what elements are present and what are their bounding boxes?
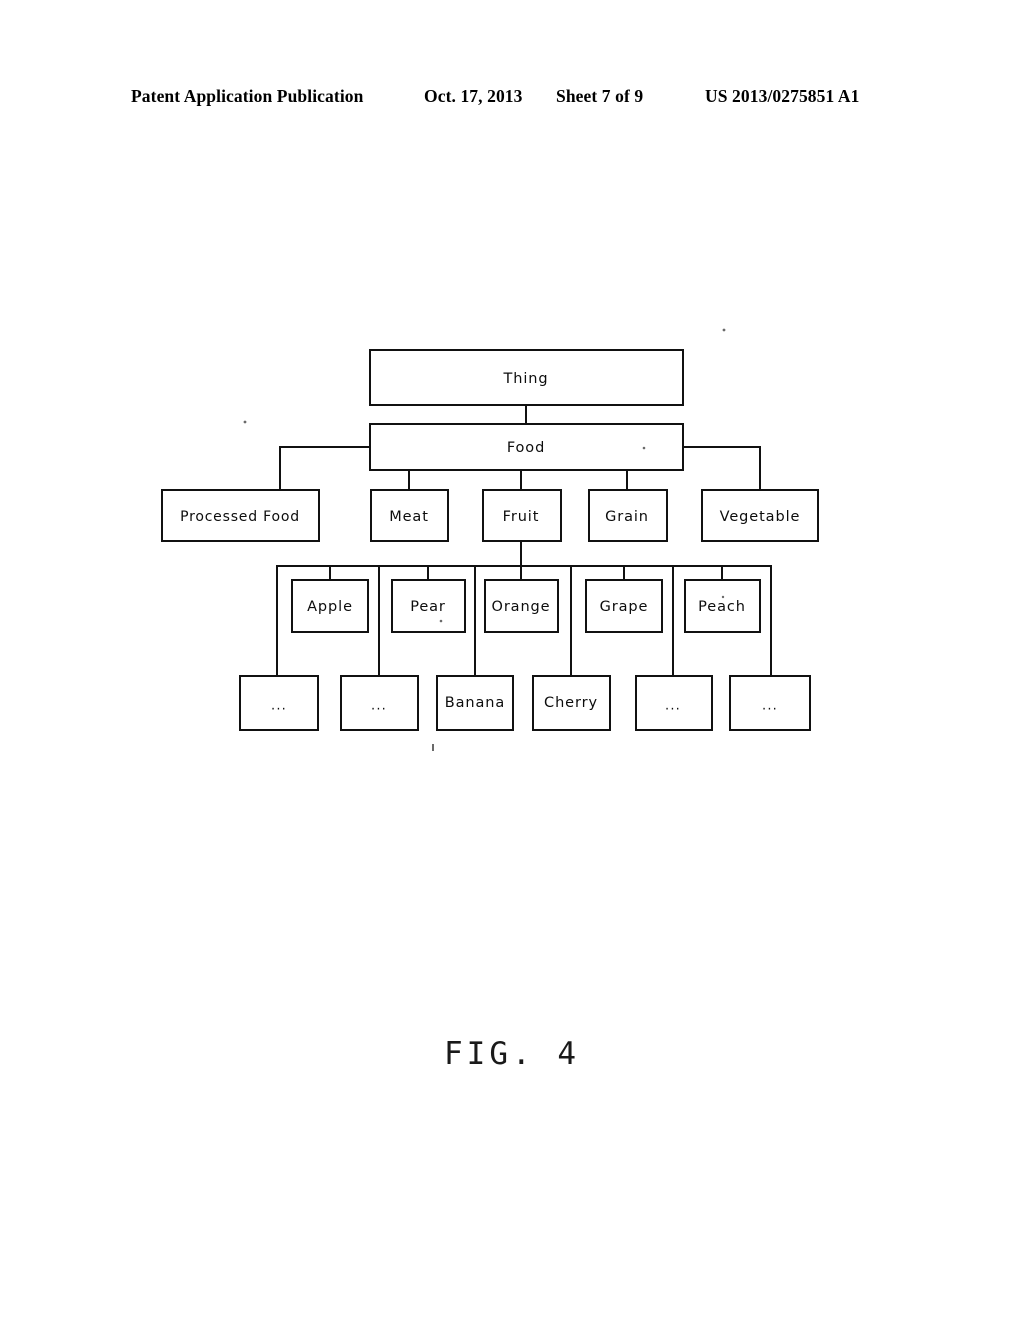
node-leaf-1[interactable]: ... [239,675,319,731]
node-grain-label: Grain [605,509,649,525]
node-leaf-2[interactable]: ... [340,675,419,731]
node-orange-label: Orange [492,599,551,615]
scan-speck [721,595,725,599]
taxonomy-tree-svg: Thing Food Processed Food Meat Fruit Gra… [161,328,819,751]
figure-4-diagram: Thing Food Processed Food Meat Fruit Gra… [0,0,1024,1320]
node-vegetable-label: Vegetable [720,509,801,525]
node-pear[interactable]: Pear [391,579,466,633]
node-cherry-label: Cherry [544,695,598,711]
node-apple[interactable]: Apple [291,579,369,633]
node-leaf-1-label: ... [271,699,287,714]
connector-food-to-processed-food [279,446,371,491]
node-orange[interactable]: Orange [484,579,559,633]
node-grape-label: Grape [600,599,649,615]
node-peach[interactable]: Peach [684,579,761,633]
node-leaf-6-label: ... [762,699,778,714]
node-processed-food-label: Processed Food [180,509,300,525]
scan-speck [722,328,726,332]
node-meat-label: Meat [389,509,429,525]
node-thing[interactable]: Thing [369,349,684,406]
scan-speck [243,420,247,424]
node-pear-label: Pear [410,599,446,615]
node-banana[interactable]: Banana [436,675,514,731]
node-leaf-5[interactable]: ... [635,675,713,731]
node-peach-label: Peach [698,599,746,615]
node-fruit-label: Fruit [503,509,540,525]
node-grain[interactable]: Grain [588,489,668,542]
node-thing-label: Thing [503,371,549,387]
node-grape[interactable]: Grape [585,579,663,633]
scan-speck [642,446,646,450]
node-fruit[interactable]: Fruit [482,489,562,542]
node-meat[interactable]: Meat [370,489,449,542]
node-apple-label: Apple [307,599,353,615]
node-vegetable[interactable]: Vegetable [701,489,819,542]
node-leaf-2-label: ... [371,699,387,714]
node-leaf-5-label: ... [665,699,681,714]
node-food[interactable]: Food [369,423,684,471]
connector-food-to-vegetable [682,446,761,491]
scan-speck [439,619,443,623]
node-processed-food[interactable]: Processed Food [161,489,320,542]
node-food-label: Food [507,440,545,456]
node-banana-label: Banana [445,695,505,711]
node-cherry[interactable]: Cherry [532,675,611,731]
node-leaf-6[interactable]: ... [729,675,811,731]
figure-caption: FIG. 4 [444,1036,580,1072]
scan-speck [432,744,434,751]
